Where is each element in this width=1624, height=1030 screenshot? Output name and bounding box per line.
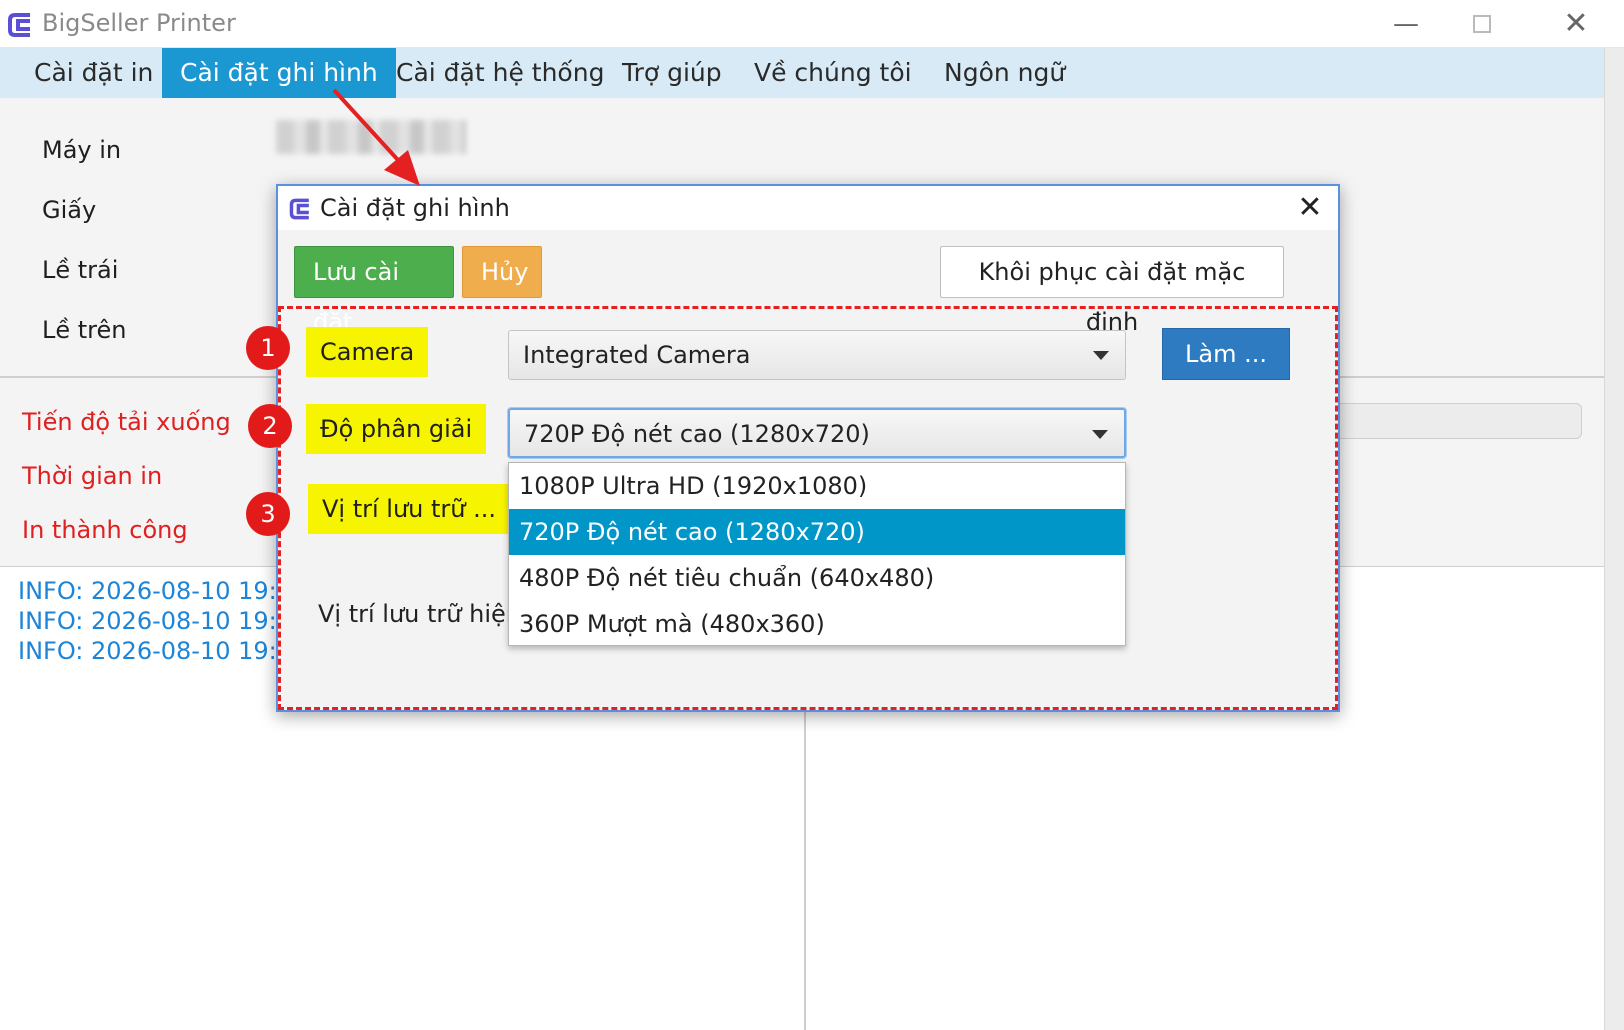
maximize-icon [1473,15,1491,33]
menu-recording-settings[interactable]: Cài đặt ghi hình [162,48,396,98]
camera-action-button[interactable]: Làm ... [1162,328,1290,380]
printer-label: Máy in [42,136,122,164]
menu-about[interactable]: Về chúng tôi [736,48,930,98]
print-time-label: Thời gian in [22,462,163,490]
menu-bar: Cài đặt in Cài đặt ghi hình Cài đặt hệ t… [0,48,1624,98]
app-title: BigSeller Printer [42,9,236,37]
printer-value-blurred [276,120,466,154]
menu-help[interactable]: Trợ giúp [604,48,740,98]
restore-defaults-button[interactable]: Khôi phục cài đặt mặc định [940,246,1284,336]
current-storage-label: Vị trí lưu trữ hiện [318,600,508,628]
cancel-button[interactable]: Hủy [462,246,542,298]
dialog-title: Cài đặt ghi hình [320,194,510,222]
left-margin-label: Lề trái [42,256,119,284]
storage-location-label: Vị trí lưu trữ ... [308,484,511,534]
menu-system-settings[interactable]: Cài đặt hệ thống [378,48,622,98]
resolution-select[interactable]: 720P Độ nét cao (1280x720) [508,408,1126,458]
log-line: INFO: 2026-08-10 19:0 [18,607,293,635]
dialog-close-button[interactable]: ✕ [1290,188,1330,228]
download-progress-label: Tiến độ tải xuống [22,408,231,436]
top-margin-label: Lề trên [42,316,127,344]
chevron-down-icon [1092,430,1108,439]
window-right-edge [1604,48,1624,1030]
close-window-button[interactable]: ✕ [1554,8,1598,40]
menu-language[interactable]: Ngôn ngữ [926,48,1083,98]
paper-label: Giấy [42,196,97,224]
dialog-title-bar: Cài đặt ghi hình ✕ [278,186,1338,230]
log-line: INFO: 2026-08-10 19:0 [18,577,293,605]
title-bar: BigSeller Printer — ✕ [0,0,1624,48]
resolution-option-720p[interactable]: 720P Độ nét cao (1280x720) [509,509,1125,555]
minimize-button[interactable]: — [1384,8,1428,40]
camera-select-value: Integrated Camera [523,341,751,369]
resolution-select-value: 720P Độ nét cao (1280x720) [524,420,870,448]
log-line: INFO: 2026-08-10 19:0 [18,637,293,665]
step-badge-3: 3 [246,492,290,536]
recording-settings-dialog: Cài đặt ghi hình ✕ Lưu cài đặt Hủy Khôi … [246,184,1340,712]
resolution-option-480p[interactable]: 480P Độ nét tiêu chuẩn (640x480) [509,555,1125,601]
resolution-label: Độ phân giải [306,404,487,454]
print-success-label: In thành công [22,516,188,544]
menu-print-settings[interactable]: Cài đặt in [16,48,171,98]
step-badge-2: 2 [248,404,292,448]
save-settings-button[interactable]: Lưu cài đặt [294,246,454,336]
step-badge-1: 1 [246,326,290,370]
camera-label: Camera [306,327,429,377]
resolution-option-1080p[interactable]: 1080P Ultra HD (1920x1080) [509,463,1125,509]
maximize-button[interactable] [1460,8,1504,40]
chevron-down-icon [1093,351,1109,360]
resolution-dropdown-list: 1080P Ultra HD (1920x1080) 720P Độ nét c… [508,462,1126,646]
camera-select[interactable]: Integrated Camera [508,330,1126,380]
bigseller-logo-icon [289,198,309,220]
bigseller-logo-icon [8,13,30,37]
resolution-option-360p[interactable]: 360P Mượt mà (480x360) [509,601,1125,647]
